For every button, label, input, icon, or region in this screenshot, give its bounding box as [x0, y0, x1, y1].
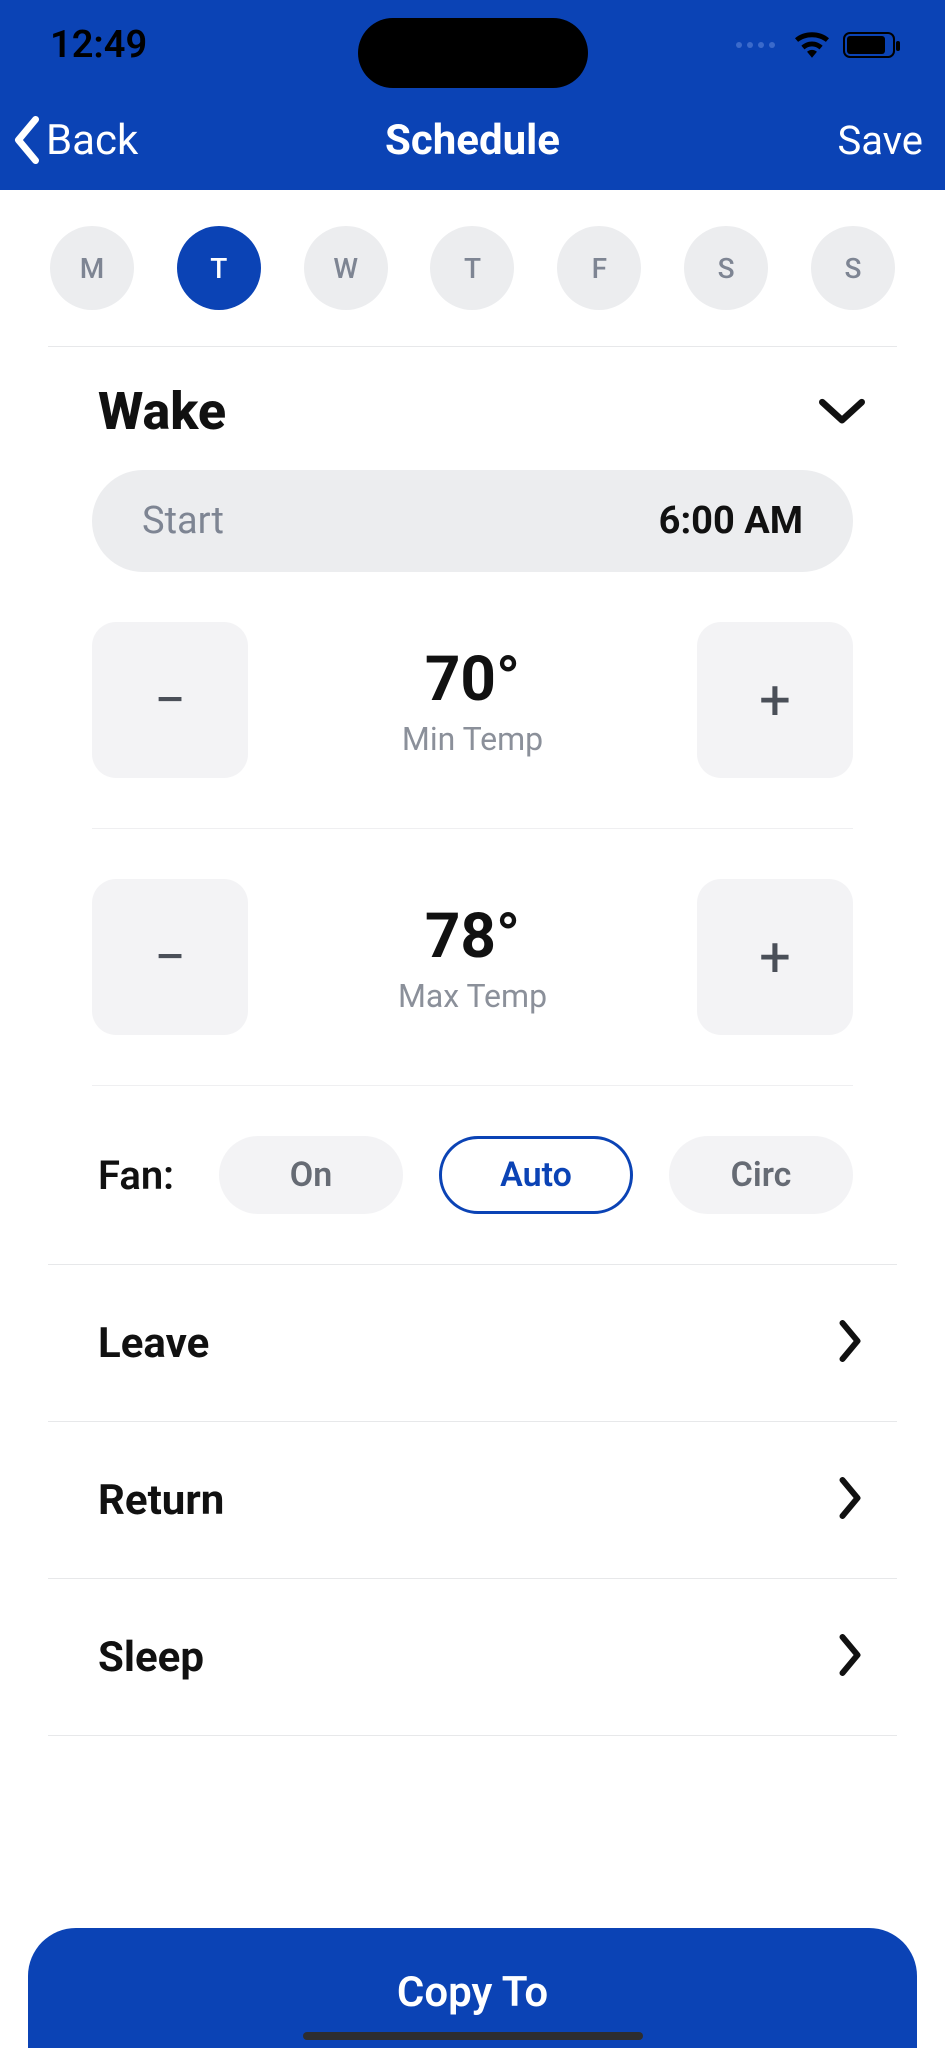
min-temp-control: − 70° Min Temp +	[0, 572, 945, 828]
section-leave-label: Leave	[98, 1319, 209, 1368]
section-leave-row[interactable]: Leave	[0, 1265, 945, 1421]
battery-icon	[843, 32, 895, 58]
back-button[interactable]: Back	[10, 116, 138, 165]
nav-bar: Back Schedule Save	[0, 100, 945, 190]
max-temp-value: 78°	[248, 900, 697, 973]
start-time-button[interactable]: Start 6:00 AM	[92, 470, 853, 572]
chevron-right-icon	[837, 1634, 863, 1680]
max-temp-label: Max Temp	[248, 977, 697, 1015]
day-tuesday[interactable]: T	[177, 226, 261, 310]
day-monday[interactable]: M	[50, 226, 134, 310]
status-icons	[736, 32, 895, 58]
fan-control: Fan: On Auto Circ	[0, 1086, 945, 1264]
section-return-row[interactable]: Return	[0, 1422, 945, 1578]
copy-to-button[interactable]: Copy To	[28, 1928, 917, 2048]
fan-option-circ[interactable]: Circ	[669, 1136, 853, 1214]
min-temp-decrease-button[interactable]: −	[92, 622, 248, 778]
section-return-label: Return	[98, 1476, 224, 1525]
day-sunday[interactable]: S	[811, 226, 895, 310]
chevron-right-icon	[837, 1320, 863, 1366]
divider	[48, 1735, 897, 1736]
status-time: 12:49	[50, 23, 147, 67]
wifi-icon	[795, 32, 829, 58]
day-wednesday[interactable]: W	[304, 226, 388, 310]
device-notch	[358, 18, 588, 88]
min-temp-value: 70°	[248, 643, 697, 716]
fan-option-auto[interactable]: Auto	[439, 1136, 633, 1214]
chevron-down-icon	[819, 397, 865, 427]
section-wake-header[interactable]: Wake	[0, 377, 945, 460]
save-button[interactable]: Save	[837, 117, 923, 164]
section-wake-title: Wake	[98, 381, 226, 442]
day-saturday[interactable]: S	[684, 226, 768, 310]
day-friday[interactable]: F	[557, 226, 641, 310]
min-temp-label: Min Temp	[248, 720, 697, 758]
fan-label: Fan:	[98, 1152, 188, 1199]
section-wake: Wake Start 6:00 AM − 70° Min Temp + − 78…	[0, 347, 945, 1264]
max-temp-control: − 78° Max Temp +	[0, 829, 945, 1085]
back-label: Back	[46, 116, 138, 165]
max-temp-decrease-button[interactable]: −	[92, 879, 248, 1035]
chevron-right-icon	[837, 1477, 863, 1523]
home-indicator	[303, 2032, 643, 2040]
chevron-left-icon	[10, 116, 44, 164]
start-label: Start	[142, 499, 224, 543]
max-temp-increase-button[interactable]: +	[697, 879, 853, 1035]
day-picker: M T W T F S S	[0, 190, 945, 346]
start-value: 6:00 AM	[659, 499, 803, 543]
section-sleep-label: Sleep	[98, 1633, 204, 1682]
bottom-bar: Copy To	[0, 1928, 945, 2048]
section-sleep-row[interactable]: Sleep	[0, 1579, 945, 1735]
day-thursday[interactable]: T	[430, 226, 514, 310]
min-temp-increase-button[interactable]: +	[697, 622, 853, 778]
page-title: Schedule	[385, 116, 560, 165]
app-header: 12:49 Back Schedule Save	[0, 0, 945, 190]
cellular-dots-icon	[736, 42, 775, 48]
fan-option-on[interactable]: On	[219, 1136, 403, 1214]
